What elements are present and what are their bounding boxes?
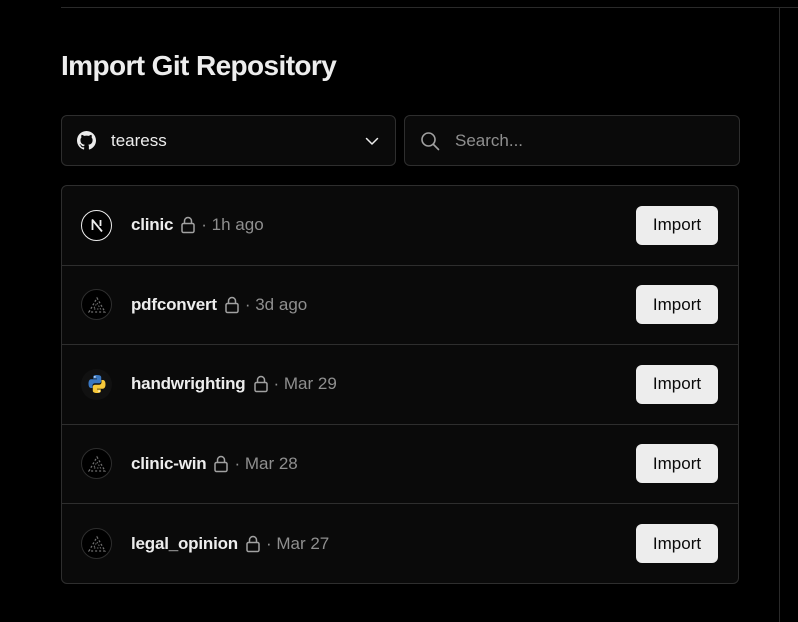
nextjs-logo-icon xyxy=(81,209,112,241)
github-icon xyxy=(76,131,96,151)
lock-icon xyxy=(180,216,196,234)
import-button[interactable]: Import xyxy=(636,285,718,325)
lock-icon xyxy=(245,535,261,553)
repository-row: pdfconvert · 3d ago Import xyxy=(62,266,738,345)
import-button[interactable]: Import xyxy=(636,524,718,564)
python-logo-icon xyxy=(81,368,112,400)
repository-updated: · Mar 29 xyxy=(273,374,337,394)
lock-icon xyxy=(213,455,229,473)
repository-updated: · Mar 27 xyxy=(265,533,330,553)
lock-icon xyxy=(253,375,269,393)
repository-name: pdfconvert xyxy=(131,294,217,314)
repository-updated: · Mar 28 xyxy=(234,453,298,473)
repository-row: legal_opinion · Mar 27 Import xyxy=(62,504,738,583)
chevron-down-icon xyxy=(363,132,381,150)
search-input[interactable] xyxy=(455,130,715,151)
git-account-select[interactable]: tearess xyxy=(61,115,396,166)
repository-updated: · 1h ago xyxy=(201,215,264,235)
search-icon xyxy=(419,130,441,152)
repository-name: clinic xyxy=(131,215,174,235)
git-account-name: tearess xyxy=(111,130,167,150)
triangle-framework-icon xyxy=(81,528,112,560)
triangle-framework-icon xyxy=(81,289,112,321)
repository-row: handwrighting · Mar 29 Import xyxy=(62,345,738,425)
repository-updated: · 3d ago xyxy=(244,294,308,314)
repository-list: clinic · 1h ago Import pdfconvert · 3d a… xyxy=(61,185,739,584)
top-divider xyxy=(61,7,798,8)
lock-icon xyxy=(224,296,240,314)
repo-search xyxy=(404,115,740,166)
import-button[interactable]: Import xyxy=(636,444,718,484)
import-button[interactable]: Import xyxy=(636,364,718,404)
repository-row: clinic-win · Mar 28 Import xyxy=(62,425,738,504)
repository-row: clinic · 1h ago Import xyxy=(62,186,738,266)
triangle-framework-icon xyxy=(81,448,112,480)
repository-name: clinic-win xyxy=(131,453,207,473)
import-button[interactable]: Import xyxy=(636,205,718,245)
right-divider xyxy=(779,8,780,622)
repository-name: handwrighting xyxy=(131,374,246,394)
repository-name: legal_opinion xyxy=(131,533,238,553)
page-title: Import Git Repository xyxy=(61,50,337,81)
